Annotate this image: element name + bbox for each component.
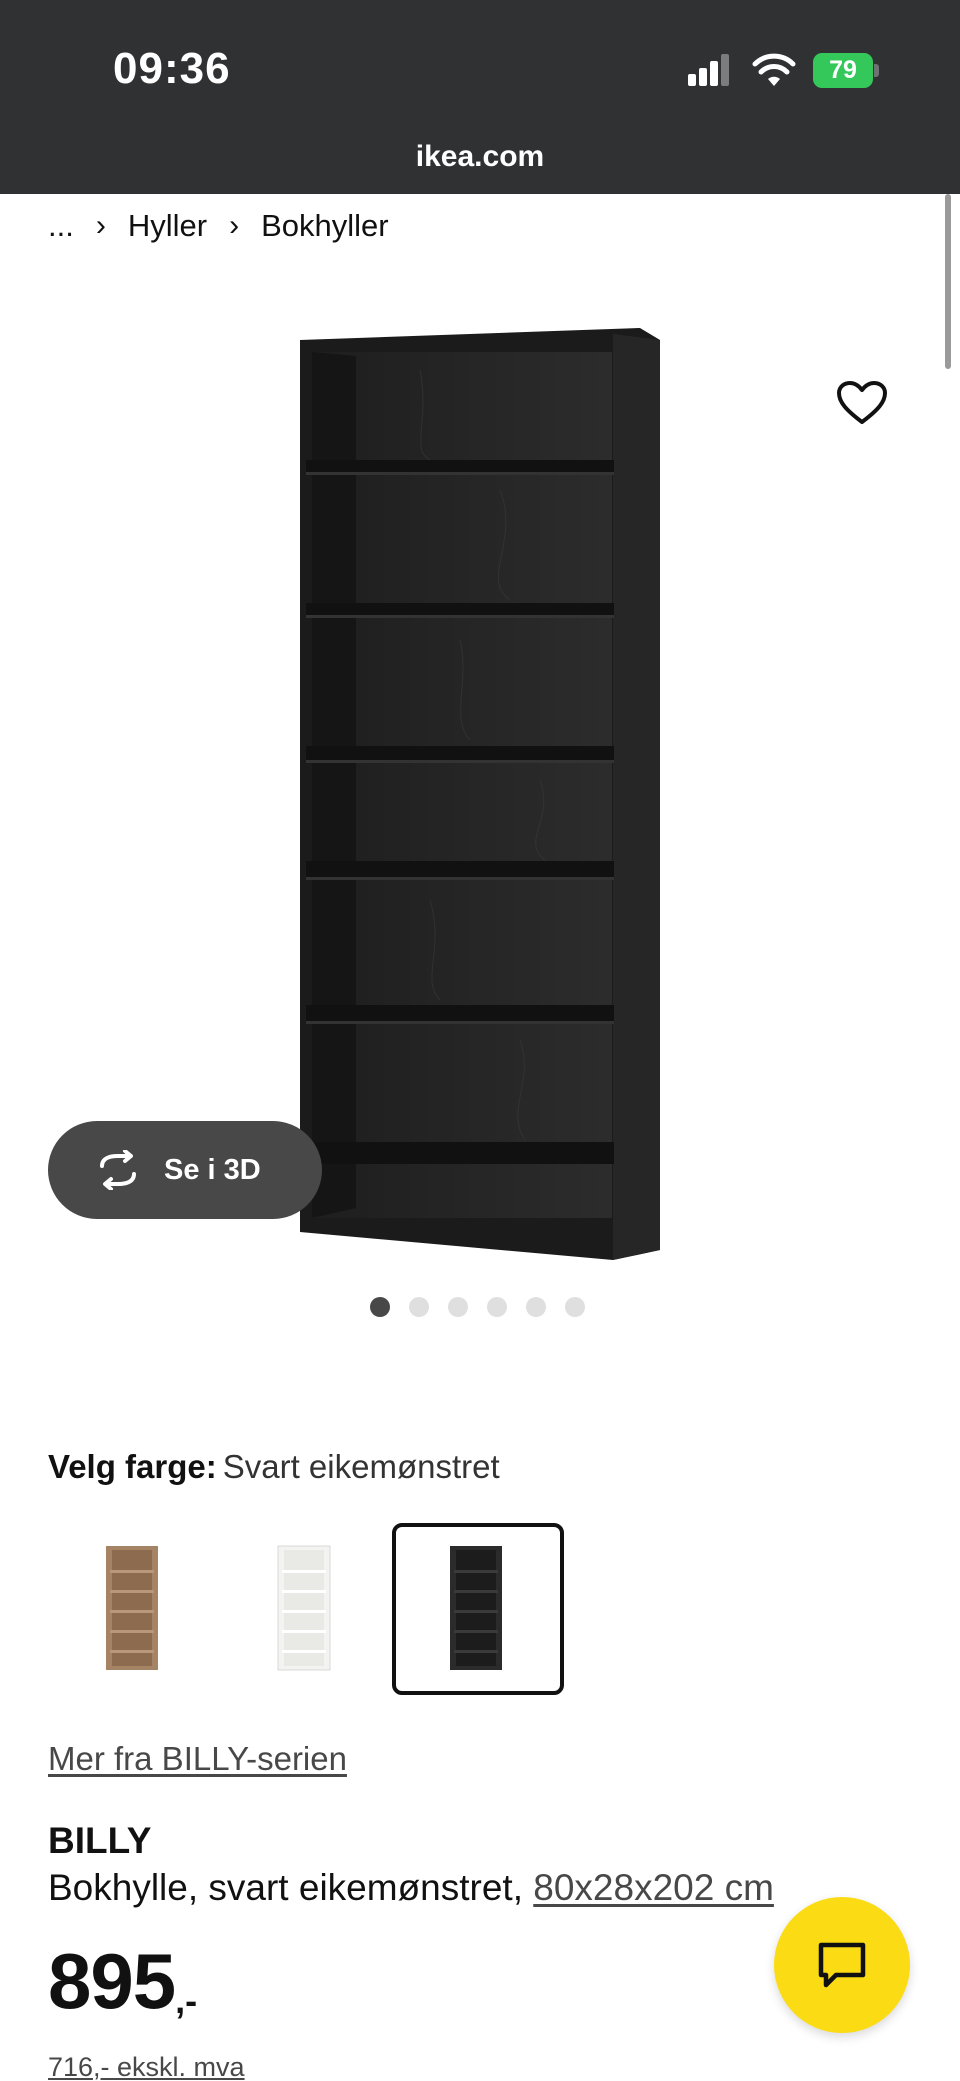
product-dimensions-link[interactable]: 80x28x202 cm [533, 1867, 774, 1908]
breadcrumb-item-bokhyller[interactable]: Bokhyller [261, 208, 389, 244]
color-label: Velg farge: [48, 1448, 217, 1485]
bookcase-thumbnail [106, 1546, 158, 1670]
address-bar-url[interactable]: ikea.com [0, 140, 960, 174]
carousel-dot[interactable] [370, 1297, 390, 1317]
color-option-white[interactable] [220, 1523, 392, 1695]
chat-button[interactable] [774, 1897, 910, 2033]
selected-color-value: Svart eikemønstret [222, 1448, 500, 1485]
breadcrumb-ellipsis[interactable]: ... [48, 208, 74, 244]
cellular-signal-icon [688, 54, 730, 86]
breadcrumb: ... › Hyller › Bokhyller [48, 208, 389, 244]
bookcase-thumbnail [277, 1545, 331, 1671]
carousel-dot[interactable] [565, 1297, 585, 1317]
carousel-dot[interactable] [448, 1297, 468, 1317]
battery-icon: 79 [813, 53, 879, 88]
color-option-black-oak[interactable] [392, 1523, 564, 1695]
price-main: 895 [48, 1937, 176, 2025]
chat-bubble-icon [818, 1942, 866, 1988]
breadcrumb-item-hyller[interactable]: Hyller [128, 208, 207, 244]
bookcase-thumbnail [450, 1546, 502, 1670]
battery-level: 79 [813, 53, 873, 88]
wifi-icon [752, 53, 796, 86]
status-time: 09:36 [113, 44, 231, 93]
heart-icon[interactable] [836, 380, 888, 426]
chevron-right-icon: › [95, 209, 106, 242]
price-ex-vat: 716,- ekskl. mva [48, 2052, 245, 2081]
view-in-3d-button[interactable]: Se i 3D [48, 1121, 322, 1219]
view-in-3d-label: Se i 3D [164, 1153, 261, 1186]
carousel-dot[interactable] [487, 1297, 507, 1317]
rotate-3d-icon [100, 1150, 136, 1190]
image-carousel-indicator [370, 1297, 604, 1317]
carousel-dot[interactable] [409, 1297, 429, 1317]
color-swatches [48, 1523, 564, 1695]
carousel-dot[interactable] [526, 1297, 546, 1317]
browser-top-bar: 09:36 79 ikea.com [0, 0, 960, 194]
price-suffix: ,- [175, 1980, 198, 2021]
color-selection-label: Velg farge: Svart eikemønstret [48, 1448, 500, 1486]
chevron-right-icon: › [229, 209, 240, 242]
product-description: Bokhylle, svart eikemønstret, 80x28x202 … [48, 1867, 774, 1909]
product-image[interactable] [0, 260, 960, 1260]
series-link[interactable]: Mer fra BILLY-serien [48, 1740, 347, 1778]
color-option-brown-oak[interactable] [48, 1523, 220, 1695]
product-price: 895 ,- [48, 1942, 197, 2022]
product-name: BILLY [48, 1820, 152, 1861]
product-type: Bokhylle, svart eikemønstret, [48, 1867, 523, 1908]
